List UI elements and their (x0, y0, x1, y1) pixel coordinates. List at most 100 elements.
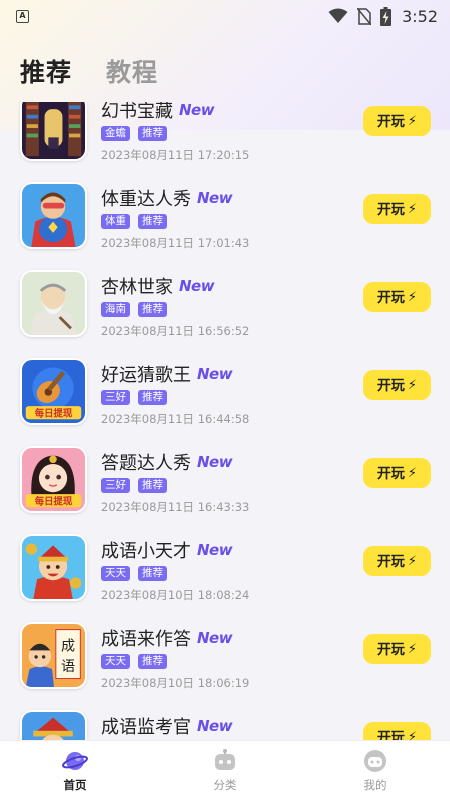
daily-cash-text: 每日提现 (35, 495, 73, 507)
list-item[interactable]: 每日提现 好运猜歌王 New 三好 推荐 2023年08月11日 16:44:5… (0, 348, 450, 436)
play-button[interactable]: 开玩 ⚡ (363, 106, 431, 136)
publish-time: 2023年08月11日 16:43:33 (101, 500, 250, 514)
tag-label: 天天 (101, 566, 130, 581)
play-button-label: 开玩 (376, 466, 405, 482)
tag-label: 三好 (101, 390, 130, 405)
tab-recommend[interactable]: 推荐 (20, 53, 72, 89)
new-badge: New (197, 629, 233, 647)
new-badge: New (197, 453, 233, 471)
daily-cash-text: 每日提现 (35, 407, 73, 419)
nav-item-category[interactable]: 分类 (150, 741, 300, 800)
game-title: 杏林世家 (101, 277, 173, 298)
publish-time: 2023年08月11日 16:56:52 (101, 324, 250, 338)
game-title: 成语小天才 (101, 541, 191, 562)
play-button[interactable]: 开玩 ⚡ (363, 370, 431, 400)
lightning-icon: ⚡ (407, 113, 418, 129)
tag-label: 推荐 (138, 654, 167, 669)
idiom-kid-game-icon[interactable] (20, 534, 87, 601)
play-button-label: 开玩 (376, 202, 405, 218)
play-button-label: 开玩 (376, 554, 405, 570)
play-button-label: 开玩 (376, 730, 405, 740)
lightning-icon: ⚡ (407, 377, 418, 393)
tag-label: 海南 (101, 302, 130, 317)
nav-label: 首页 (63, 777, 87, 792)
tag-label: 金蟾 (101, 126, 130, 141)
no-sim-icon (357, 7, 372, 25)
nav-label: 我的 (363, 777, 387, 792)
play-button[interactable]: 开玩 ⚡ (363, 722, 431, 740)
new-badge: New (197, 541, 233, 559)
play-button-label: 开玩 (376, 114, 405, 130)
new-badge: New (179, 277, 215, 295)
wifi-icon (328, 8, 348, 23)
tag-label: 天天 (101, 654, 130, 669)
lightning-icon: ⚡ (407, 729, 418, 741)
nav-item-profile[interactable]: 我的 (300, 741, 450, 800)
play-button[interactable]: 开玩 ⚡ (363, 194, 431, 224)
game-title: 成语监考官 (101, 717, 191, 738)
tag-label: 推荐 (138, 478, 167, 493)
status-bar: A 3:52 (0, 0, 450, 32)
library-game-icon[interactable] (20, 102, 87, 161)
tag-label: 推荐 (138, 302, 167, 317)
publish-time: 2023年08月11日 17:20:15 (101, 148, 250, 162)
face-profile-icon (364, 749, 386, 772)
publish-time: 2023年08月10日 18:06:19 (101, 676, 250, 690)
list-item[interactable]: 每日提现 答题达人秀 New 三好 推荐 2023年08月11日 16:43:3… (0, 436, 450, 524)
idiom-official-game-icon[interactable] (20, 710, 87, 740)
new-badge: New (197, 717, 233, 735)
tag-label: 三好 (101, 478, 130, 493)
game-title: 幻书宝藏 (101, 102, 173, 122)
new-badge: New (197, 189, 233, 207)
new-badge: New (197, 365, 233, 383)
nav-label: 分类 (213, 777, 237, 792)
list-item[interactable]: 体重达人秀 New 体重 推荐 2023年08月11日 17:01:43 开玩 … (0, 172, 450, 260)
lightning-icon: ⚡ (407, 641, 418, 657)
guitar-game-icon[interactable]: 每日提现 (20, 358, 87, 425)
idiom-scholar-game-icon[interactable]: 成 语 (20, 622, 87, 689)
planet-home-icon (62, 751, 88, 770)
battery-charging-icon (380, 6, 392, 26)
idiom-char-text: 语 (61, 659, 75, 675)
list-item[interactable]: 幻书宝藏 New 金蟾 推荐 2023年08月11日 17:20:15 开玩 ⚡ (0, 102, 450, 172)
game-title: 答题达人秀 (101, 453, 191, 474)
tag-label: 推荐 (138, 566, 167, 581)
clock: 3:52 (402, 6, 438, 26)
list-item[interactable]: 杏林世家 New 海南 推荐 2023年08月11日 16:56:52 开玩 ⚡ (0, 260, 450, 348)
play-button-label: 开玩 (376, 378, 405, 394)
old-doctor-game-icon[interactable] (20, 270, 87, 337)
tag-label: 体重 (101, 214, 130, 229)
play-button[interactable]: 开玩 ⚡ (363, 458, 431, 488)
tab-tutorial[interactable]: 教程 (106, 53, 158, 89)
bottom-nav: 首页 分类 我的 (0, 740, 450, 800)
idiom-char-text: 成 (61, 638, 75, 654)
nav-item-home[interactable]: 首页 (0, 741, 150, 800)
tag-label: 推荐 (138, 390, 167, 405)
publish-time: 2023年08月10日 18:08:24 (101, 588, 250, 602)
game-title: 体重达人秀 (101, 189, 191, 210)
tag-label: 推荐 (138, 214, 167, 229)
lightning-icon: ⚡ (407, 553, 418, 569)
lightning-icon: ⚡ (407, 201, 418, 217)
quiz-girl-game-icon[interactable]: 每日提现 (20, 446, 87, 513)
tag-label: 推荐 (138, 126, 167, 141)
new-badge: New (179, 102, 215, 119)
play-button[interactable]: 开玩 ⚡ (363, 282, 431, 312)
app-notification-icon: A (16, 9, 29, 23)
play-button[interactable]: 开玩 ⚡ (363, 634, 431, 664)
lightning-icon: ⚡ (407, 465, 418, 481)
top-tabs: 推荐 教程 (0, 40, 450, 102)
publish-time: 2023年08月11日 16:44:58 (101, 412, 250, 426)
play-button-label: 开玩 (376, 290, 405, 306)
lightning-icon: ⚡ (407, 289, 418, 305)
superhero-game-icon[interactable] (20, 182, 87, 249)
publish-time: 2023年08月11日 17:01:43 (101, 236, 250, 250)
list-item[interactable]: 成 语 成语来作答 New 天天 推荐 2023年08月10日 18:06:19… (0, 612, 450, 700)
list-item[interactable]: 成语监考官 New 天天 推荐 开玩 ⚡ (0, 700, 450, 740)
game-list[interactable]: 幻书宝藏 New 金蟾 推荐 2023年08月11日 17:20:15 开玩 ⚡ (0, 102, 450, 740)
robot-category-icon (215, 748, 235, 770)
play-button-label: 开玩 (376, 642, 405, 658)
play-button[interactable]: 开玩 ⚡ (363, 546, 431, 576)
game-title: 成语来作答 (101, 629, 191, 650)
list-item[interactable]: 成语小天才 New 天天 推荐 2023年08月10日 18:08:24 开玩 … (0, 524, 450, 612)
